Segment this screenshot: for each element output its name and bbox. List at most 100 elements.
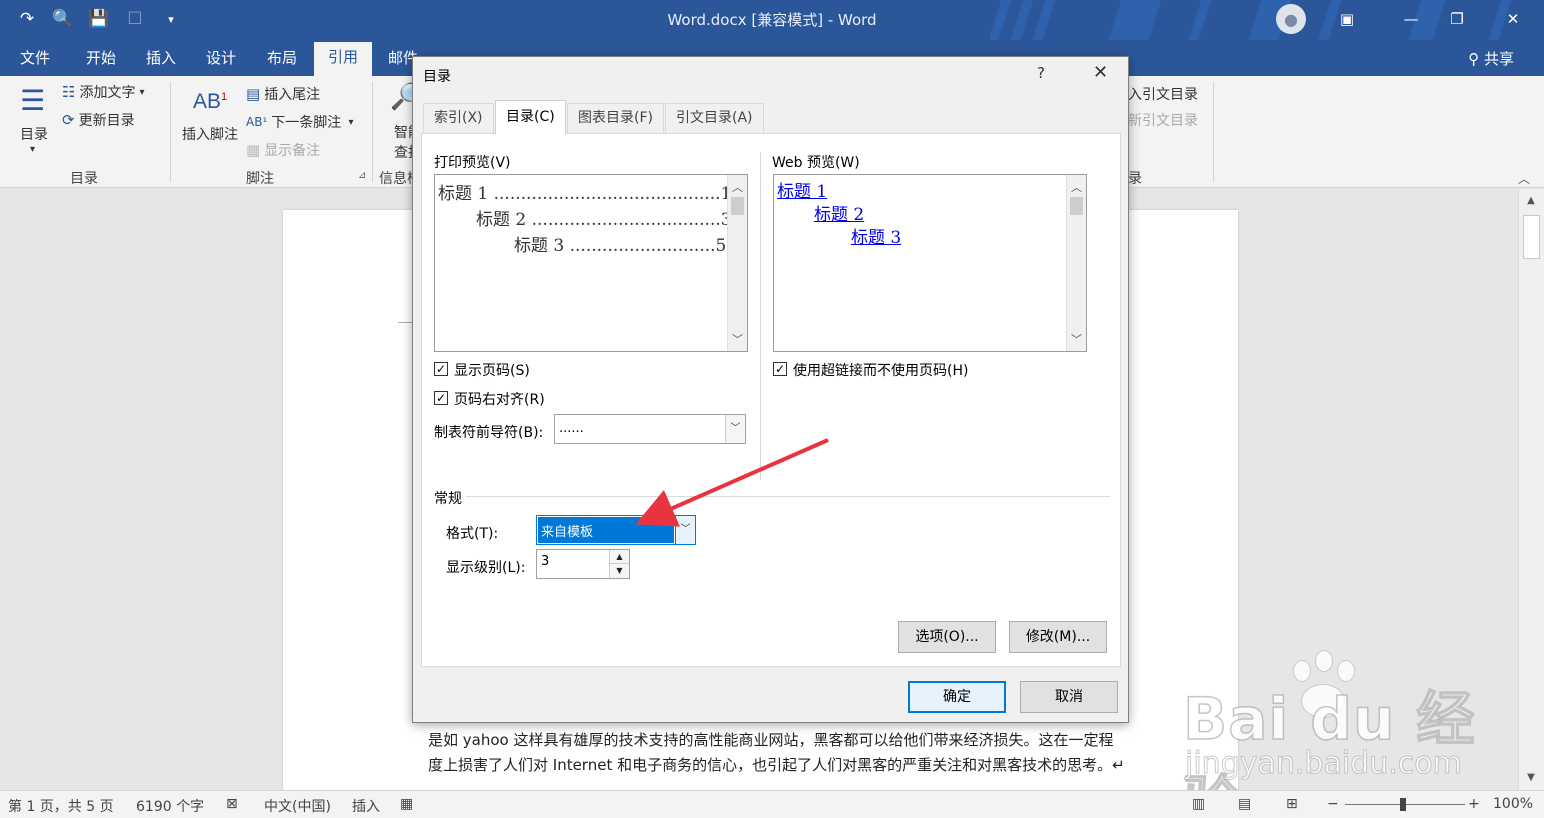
- table-of-contents-icon[interactable]: ☰: [20, 84, 45, 117]
- close-icon[interactable]: ✕: [1093, 62, 1108, 83]
- chevron-down-icon[interactable]: ﹀: [1071, 331, 1082, 347]
- word-count[interactable]: 6190 个字: [136, 796, 204, 816]
- zoom-slider-thumb[interactable]: [1400, 798, 1406, 811]
- web-layout-icon[interactable]: ⊞: [1286, 796, 1298, 812]
- web-preview-link-3[interactable]: 标题 3: [851, 223, 901, 248]
- print-layout-icon[interactable]: ▤: [1238, 796, 1251, 812]
- minimize-icon[interactable]: —: [1396, 6, 1426, 32]
- tab-design[interactable]: 设计: [200, 48, 242, 76]
- format-value: 来自模板: [541, 525, 594, 540]
- share-button[interactable]: ⚲ 共享: [1468, 48, 1514, 69]
- format-select[interactable]: 来自模板 ﹀: [536, 515, 696, 545]
- web-preview-scrollbar[interactable]: ︿ ﹀: [1066, 175, 1086, 351]
- collapse-ribbon-icon[interactable]: ︿: [1518, 170, 1530, 187]
- insert-mode[interactable]: 插入: [352, 796, 380, 816]
- show-page-numbers-checkbox[interactable]: ✓: [434, 362, 448, 376]
- print-preview-box[interactable]: 标题 1 ...................................…: [434, 174, 748, 352]
- show-page-numbers-label[interactable]: 显示页码(S): [454, 360, 530, 380]
- footnote-ab-icon[interactable]: AB1: [193, 90, 227, 114]
- print-preview-label: 打印预览(V): [434, 155, 511, 171]
- insert-footnote-button[interactable]: 插入脚注: [182, 124, 238, 144]
- footnote-dialog-launcher-icon[interactable]: ⊿: [358, 170, 366, 181]
- zoom-in-button[interactable]: +: [1468, 796, 1480, 812]
- print-preview-line-2: 标题 2 ...................................…: [476, 210, 732, 230]
- tab-home[interactable]: 开始: [80, 48, 122, 76]
- tab-table-of-figures[interactable]: 图表目录(F): [567, 103, 664, 133]
- options-button[interactable]: 选项(O)...: [898, 621, 996, 653]
- preview-divider: [760, 152, 761, 480]
- use-hyperlinks-label[interactable]: 使用超链接而不使用页码(H): [793, 360, 968, 380]
- show-levels-stepper[interactable]: 3 ▲ ▼: [536, 549, 630, 579]
- document-paragraph[interactable]: 是如 yahoo 这样具有雄厚的技术支持的高性能商业网站，黑客都可以给他们带来经…: [428, 728, 1128, 778]
- scroll-up-icon[interactable]: ▲: [1522, 193, 1540, 209]
- print-preview-scrollbar[interactable]: ︿ ﹀: [727, 175, 747, 351]
- ribbon-separator: [372, 82, 373, 182]
- modify-button[interactable]: 修改(M)...: [1009, 621, 1107, 653]
- zoom-level[interactable]: 100%: [1493, 796, 1533, 812]
- tab-layout[interactable]: 布局: [261, 48, 303, 76]
- right-align-label[interactable]: 页码右对齐(R): [454, 389, 545, 409]
- cancel-button[interactable]: 取消: [1020, 681, 1118, 713]
- restore-icon[interactable]: ❐: [1442, 6, 1472, 32]
- footnote-group-label: 脚注: [246, 171, 274, 187]
- scrollbar-thumb[interactable]: [1523, 215, 1540, 259]
- tab-leader-label: 制表符前导符(B):: [434, 425, 544, 441]
- general-section-label: 常规: [434, 491, 462, 507]
- page-count[interactable]: 第 1 页，共 5 页: [8, 796, 114, 816]
- ribbon-separator: [170, 82, 171, 182]
- close-window-icon[interactable]: ✕: [1498, 6, 1528, 32]
- tab-references[interactable]: 引用: [314, 42, 373, 76]
- tab-index[interactable]: 索引(X): [423, 103, 494, 133]
- insert-toa-button[interactable]: 入引文目录: [1128, 84, 1198, 104]
- read-mode-icon[interactable]: ▥: [1192, 796, 1205, 812]
- macro-record-icon[interactable]: ▦: [400, 796, 413, 812]
- window-title: Word.docx [兼容模式] - Word: [667, 11, 877, 29]
- chevron-down-icon[interactable]: ﹀: [732, 331, 743, 347]
- use-hyperlinks-checkbox[interactable]: ✓: [773, 362, 787, 376]
- zoom-out-button[interactable]: −: [1327, 796, 1339, 812]
- show-notes-icon: ▦: [246, 141, 261, 159]
- authorities-group-label: 录: [1128, 171, 1142, 187]
- language[interactable]: 中文(中国): [264, 796, 331, 816]
- endnote-icon: ▤: [246, 85, 261, 103]
- stepper-up-icon[interactable]: ▲: [609, 550, 629, 564]
- print-preview-scroll-thumb[interactable]: [731, 197, 744, 215]
- toc-group-label: 目录: [70, 171, 98, 187]
- proofing-icon[interactable]: ⊠: [226, 796, 238, 812]
- web-preview-scroll-thumb[interactable]: [1070, 197, 1083, 215]
- stepper-down-icon[interactable]: ▼: [609, 564, 629, 578]
- chevron-up-icon[interactable]: ︿: [1071, 179, 1082, 195]
- toc-button[interactable]: 目录: [20, 124, 48, 144]
- account-avatar-icon[interactable]: ●: [1276, 4, 1306, 34]
- tab-leader-value: ......: [559, 421, 584, 436]
- ok-button[interactable]: 确定: [908, 681, 1006, 713]
- update-toa-button[interactable]: 新引文目录: [1128, 110, 1198, 130]
- web-preview-link-1[interactable]: 标题 1: [777, 177, 827, 202]
- tab-toc[interactable]: 目录(C): [495, 100, 566, 134]
- web-preview-link-2[interactable]: 标题 2: [814, 200, 864, 225]
- update-toc-button[interactable]: ⟳ 更新目录: [62, 110, 135, 130]
- next-footnote-label: 下一条脚注: [271, 115, 342, 131]
- ribbon-display-options-icon[interactable]: ▣: [1332, 6, 1362, 32]
- ribbon-separator: [1213, 82, 1214, 182]
- web-preview-box[interactable]: 标题 1 标题 2 标题 3 ︿ ﹀: [773, 174, 1087, 352]
- chevron-down-icon[interactable]: ﹀: [725, 415, 745, 443]
- tab-insert[interactable]: 插入: [140, 48, 182, 76]
- tab-table-of-authorities[interactable]: 引文目录(A): [665, 103, 764, 133]
- help-icon[interactable]: ?: [1037, 64, 1045, 82]
- toc-dropdown-icon[interactable]: ▾: [30, 144, 35, 155]
- next-footnote-button[interactable]: AB¹ 下一条脚注 ▾: [246, 112, 353, 132]
- chevron-down-icon[interactable]: ﹀: [675, 516, 695, 544]
- next-footnote-icon: AB¹: [246, 115, 268, 129]
- show-notes-button[interactable]: ▦ 显示备注: [246, 140, 320, 160]
- vertical-scrollbar[interactable]: ▲ ▼: [1518, 189, 1544, 790]
- share-label: 共享: [1483, 50, 1514, 68]
- tab-leader-select[interactable]: ...... ﹀: [554, 414, 746, 444]
- add-text-button[interactable]: ☷ 添加文字 ▾: [62, 82, 144, 102]
- chevron-up-icon[interactable]: ︿: [732, 179, 743, 195]
- scroll-down-icon[interactable]: ▼: [1522, 770, 1540, 786]
- update-toc-icon: ⟳: [62, 111, 75, 129]
- insert-endnote-button[interactable]: ▤ 插入尾注: [246, 84, 320, 104]
- right-align-checkbox[interactable]: ✓: [434, 391, 448, 405]
- tab-file[interactable]: 文件: [14, 48, 56, 76]
